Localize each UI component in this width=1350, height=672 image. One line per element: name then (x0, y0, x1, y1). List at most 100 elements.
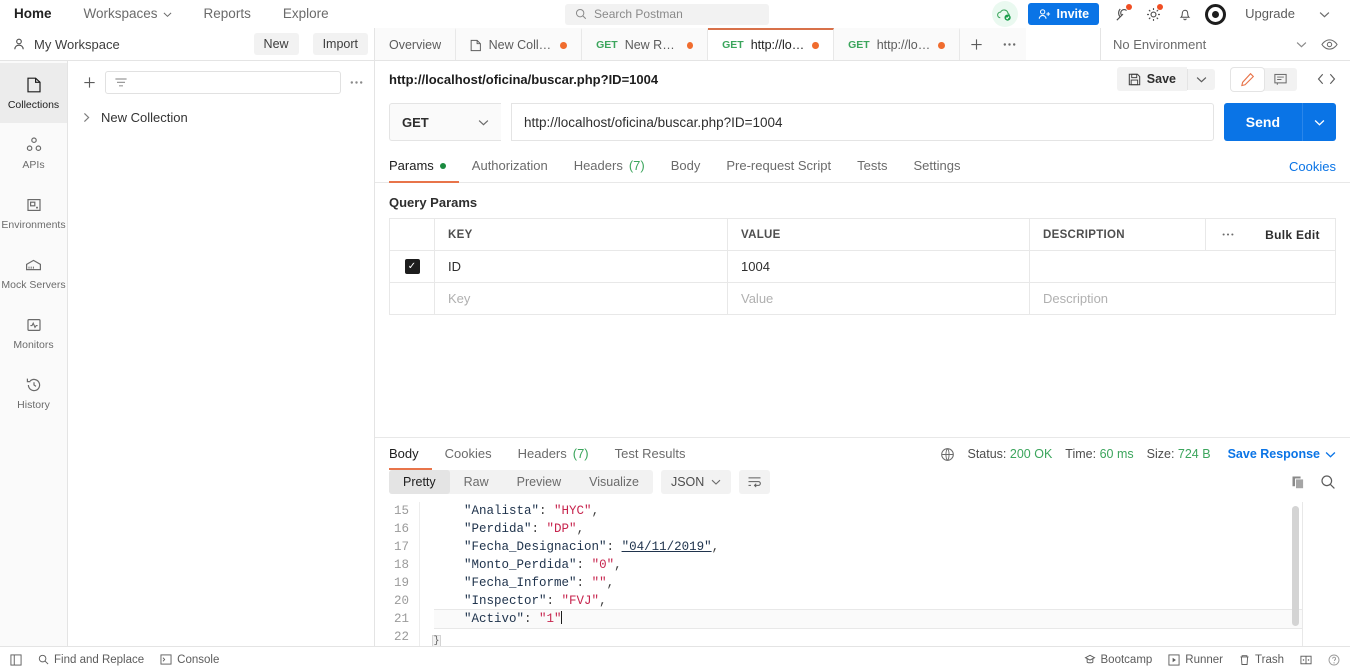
user-avatar[interactable] (1200, 0, 1231, 28)
tab-tests[interactable]: Tests (844, 151, 900, 183)
trash-button[interactable]: Trash (1239, 654, 1284, 666)
url-row: GET http://localhost/oficina/buscar.php?… (375, 97, 1350, 151)
sidebar-item-apis-label: APIs (22, 158, 45, 171)
sidebar-more-button[interactable] (349, 80, 364, 85)
console-button[interactable]: Console (160, 654, 219, 666)
cookies-link[interactable]: Cookies (1289, 159, 1336, 174)
sidebar-item-collections[interactable]: Collections (0, 63, 67, 123)
top-nav-reports[interactable]: Reports (188, 0, 267, 28)
bootcamp-button[interactable]: Bootcamp (1084, 654, 1152, 666)
json-comma: , (576, 522, 585, 536)
top-nav-explore[interactable]: Explore (267, 0, 345, 28)
json-key: "Analista" (464, 504, 540, 518)
code-body[interactable]: "Analista": "HYC", "Perdida": "DP", "Fec… (419, 502, 1302, 646)
runner-button[interactable]: Runner (1168, 654, 1223, 666)
top-nav-home[interactable]: Home (14, 0, 68, 28)
new-tab-button[interactable] (960, 28, 994, 60)
format-tab-raw[interactable]: Raw (450, 470, 503, 494)
tab-new-collection[interactable]: New Colle... (456, 28, 583, 60)
tab-pre-request-script[interactable]: Pre-request Script (713, 151, 844, 183)
wrap-text-icon (748, 477, 762, 488)
broadcast-button[interactable] (1107, 0, 1138, 28)
search-input[interactable]: Search Postman (565, 3, 770, 25)
tab-request-active[interactable]: GET http://loc... (708, 28, 835, 60)
placeholder-description[interactable]: Description (1030, 283, 1335, 314)
placeholder-value[interactable]: Value (728, 283, 1030, 314)
fold-marker-icon[interactable]: } (432, 635, 441, 646)
code-snippet-button[interactable] (1317, 72, 1336, 86)
sidebar-item-environments[interactable]: Environments (0, 183, 67, 243)
environment-quick-look-button[interactable] (1315, 38, 1338, 51)
url-input[interactable]: http://localhost/oficina/buscar.php?ID=1… (511, 103, 1214, 141)
account-menu-button[interactable] (1309, 0, 1340, 28)
response-tab-cookies[interactable]: Cookies (432, 438, 505, 470)
response-body-code[interactable]: 15 16 17 18 19 20 21 22 "Analista": "HYC… (375, 502, 1350, 646)
layout-toggle-button[interactable] (1300, 654, 1312, 666)
send-button[interactable]: Send (1224, 114, 1302, 130)
save-button[interactable]: Save (1116, 67, 1187, 91)
settings-button[interactable] (1138, 0, 1169, 28)
add-collection-button[interactable] (82, 75, 97, 90)
import-button[interactable]: Import (312, 33, 368, 55)
tab-headers[interactable]: Headers (7) (561, 151, 658, 183)
send-options-button[interactable] (1302, 103, 1336, 141)
request-view-toggle (1231, 67, 1297, 91)
response-language-selector[interactable]: JSON (660, 470, 732, 494)
find-and-replace-button[interactable]: Find and Replace (38, 654, 144, 666)
code-line: "Analista": "HYC", (464, 504, 600, 518)
table-options-button[interactable] (1205, 219, 1250, 250)
tab-settings[interactable]: Settings (900, 151, 973, 183)
response-tab-body[interactable]: Body (389, 438, 432, 470)
row-key[interactable]: ID (435, 251, 728, 282)
collection-filter-input[interactable] (105, 70, 341, 94)
wrap-lines-button[interactable] (739, 470, 771, 494)
tab-new-request[interactable]: GET New Req... (582, 28, 709, 60)
response-tab-test-results[interactable]: Test Results (602, 438, 699, 470)
row-description[interactable] (1030, 251, 1335, 282)
placeholder-key[interactable]: Key (435, 283, 728, 314)
workspace-name[interactable]: My Workspace (34, 37, 246, 52)
tab-authorization[interactable]: Authorization (459, 151, 561, 183)
row-value[interactable]: 1004 (728, 251, 1030, 282)
response-scrollbar[interactable] (1292, 506, 1299, 626)
tab-request-second[interactable]: GET http://loc... (834, 28, 961, 60)
edit-request-button[interactable] (1231, 67, 1264, 91)
http-method-selector[interactable]: GET (389, 103, 501, 141)
top-nav-workspaces[interactable]: Workspaces (68, 0, 188, 28)
row-checkbox[interactable]: ✓ (404, 259, 420, 274)
table-row[interactable]: ✓ ID 1004 (390, 251, 1335, 283)
response-tab-headers-count: (7) (572, 445, 589, 461)
sidebar-item-apis[interactable]: APIs (0, 123, 67, 183)
network-icon[interactable] (940, 447, 955, 462)
environment-selector[interactable]: No Environment (1113, 37, 1307, 52)
json-value-link[interactable]: "04/11/2019" (622, 540, 712, 554)
search-body-button[interactable] (1320, 474, 1336, 490)
upgrade-button[interactable]: Upgrade (1231, 0, 1309, 28)
bulk-edit-button[interactable]: Bulk Edit (1250, 219, 1335, 250)
sidebar-item-mock-servers[interactable]: Mock Servers (0, 243, 67, 303)
format-tab-preview[interactable]: Preview (503, 470, 575, 494)
sidebar-item-monitors[interactable]: Monitors (0, 303, 67, 363)
invite-button[interactable]: Invite (1028, 3, 1100, 25)
toggle-sidebar-button[interactable] (10, 653, 22, 666)
tab-options-button[interactable] (993, 28, 1027, 60)
sidebar-item-history[interactable]: History (0, 363, 67, 423)
table-placeholder-row[interactable]: Key Value Description (390, 283, 1335, 315)
tab-overview[interactable]: Overview (375, 28, 457, 60)
copy-button[interactable] (1291, 475, 1306, 490)
tab-params[interactable]: Params (389, 151, 459, 183)
notifications-button[interactable] (1169, 0, 1200, 28)
format-tab-visualize[interactable]: Visualize (575, 470, 653, 494)
help-button[interactable] (1328, 654, 1340, 666)
tab-body[interactable]: Body (658, 151, 714, 183)
new-button[interactable]: New (253, 33, 299, 55)
comment-button[interactable] (1264, 68, 1297, 91)
save-options-button[interactable] (1187, 68, 1215, 90)
collection-item-new-collection[interactable]: New Collection (68, 103, 374, 132)
response-tab-headers[interactable]: Headers (7) (505, 438, 602, 470)
history-icon (26, 378, 40, 391)
global-search-wrap: Search Postman (345, 3, 990, 25)
sync-status-button[interactable] (989, 0, 1020, 28)
save-response-button[interactable]: Save Response (1228, 447, 1336, 461)
format-tab-pretty[interactable]: Pretty (389, 470, 450, 494)
